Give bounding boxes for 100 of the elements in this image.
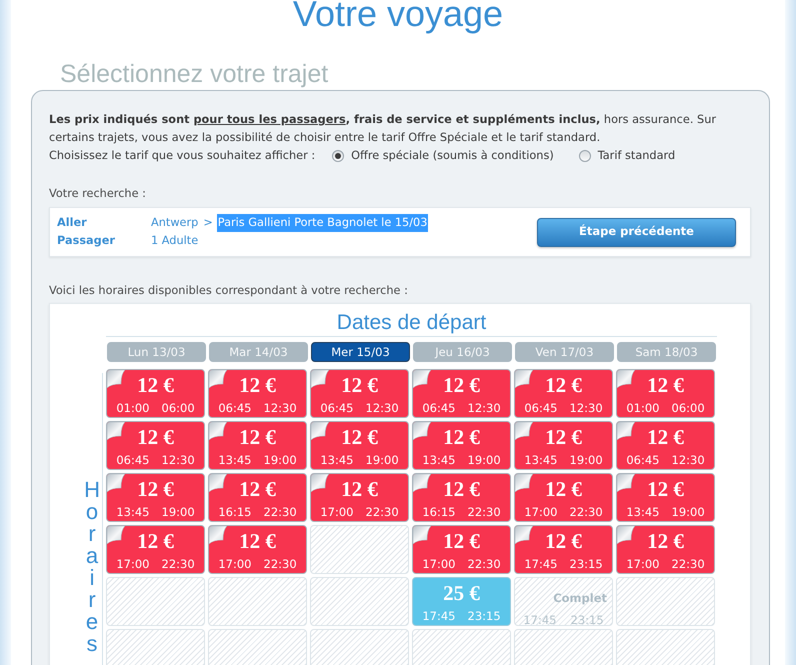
fare-cell[interactable]: 12 € 06:45 12:30 xyxy=(310,369,409,418)
fare-cell[interactable]: 12 € 01:00 06:00 xyxy=(616,369,715,418)
fare-cell[interactable]: 12 € 16:15 22:30 xyxy=(208,473,307,522)
notice-text: Les prix indiqués sont pour tous les passagers, frais de service et suppléments inclus, hors assurance. Sur certains trajets, vous avez la possibilité de choisir entre le tarif Offre Spéciale et le tarif standard. xyxy=(49,112,717,146)
page-curl-icon xyxy=(617,370,635,388)
option-label: Tarif standard xyxy=(598,148,676,164)
fare-cell[interactable]: 25 € 17:45 23:15 xyxy=(412,577,511,626)
departure-time: 17:00 xyxy=(218,557,252,571)
departure-time: 13:45 xyxy=(116,505,150,519)
price-text: 12 € xyxy=(545,373,582,397)
fare-cell[interactable]: 12 € 06:45 12:30 xyxy=(106,421,205,470)
page-curl-icon xyxy=(107,370,125,388)
price-text: 12 € xyxy=(341,425,378,449)
arrival-time: 19:00 xyxy=(468,453,501,467)
price-text: 12 € xyxy=(137,477,174,501)
field-label: Passager xyxy=(57,233,116,249)
departure-time: 16:15 xyxy=(422,505,456,519)
fare-cell[interactable]: 12 € 13:45 19:00 xyxy=(106,473,205,522)
price-text: 12 € xyxy=(443,529,480,553)
price-text: 12 € xyxy=(239,373,276,397)
fare-cell[interactable]: 12 € 13:45 19:00 xyxy=(514,421,613,470)
price-text: 12 € xyxy=(443,425,480,449)
fare-cell[interactable]: 12 € 06:45 12:30 xyxy=(616,421,715,470)
arrival-time: 12:30 xyxy=(570,401,603,415)
fare-cell[interactable]: 12 € 17:00 22:30 xyxy=(310,473,409,522)
dates-title: Dates de départ xyxy=(336,310,486,336)
fare-cell[interactable]: 12 € 17:00 22:30 xyxy=(412,525,511,574)
fare-cell[interactable]: 12 € 13:45 19:00 xyxy=(616,473,715,522)
arrival-time: 23:15 xyxy=(570,557,603,571)
page-curl-icon xyxy=(515,370,533,388)
radio-button[interactable] xyxy=(332,150,344,162)
day-tab[interactable]: Jeu 16/03 xyxy=(413,342,512,362)
fare-cell[interactable]: 12 € 01:00 06:00 xyxy=(106,369,205,418)
option-label: Offre spéciale (soumis à conditions) xyxy=(351,148,554,164)
page-curl-icon xyxy=(515,422,533,440)
price-text: 12 € xyxy=(545,425,582,449)
fare-cell[interactable]: 12 € 17:00 22:30 xyxy=(208,525,307,574)
page-curl-icon xyxy=(413,370,431,388)
page-curl-icon xyxy=(209,422,227,440)
departure-time: 13:45 xyxy=(422,453,456,467)
passenger-value: 1 Adulte xyxy=(151,233,198,249)
fare-cell[interactable]: 12 € 16:15 22:30 xyxy=(412,473,511,522)
arrival-time: 22:30 xyxy=(366,505,399,519)
arrival-time: 22:30 xyxy=(468,557,501,571)
price-text: 12 € xyxy=(137,529,174,553)
price-text: 12 € xyxy=(647,425,684,449)
arrival-time: 19:00 xyxy=(162,505,195,519)
page-curl-icon xyxy=(311,422,329,440)
page-curl-icon xyxy=(617,526,635,544)
page-curl-icon xyxy=(413,526,431,544)
departure-time: 06:45 xyxy=(116,453,150,467)
fare-cell[interactable]: 12 € 13:45 19:00 xyxy=(412,421,511,470)
price-text: 25 € xyxy=(443,581,480,605)
departure-time: 13:45 xyxy=(218,453,252,467)
departure-time: 17:45 xyxy=(524,557,558,571)
search-heading: Votre recherche : xyxy=(49,186,146,202)
day-tab[interactable]: Mer 15/03 xyxy=(311,342,410,362)
fare-cell[interactable]: 12 € 13:45 19:00 xyxy=(310,421,409,470)
arrival-time: 12:30 xyxy=(672,453,705,467)
price-text: 12 € xyxy=(545,529,582,553)
departure-time: 01:00 xyxy=(626,401,660,415)
day-tab[interactable]: Sam 18/03 xyxy=(617,342,716,362)
departure-time: 06:45 xyxy=(320,401,354,415)
fare-cell[interactable]: 12 € 17:00 22:30 xyxy=(514,473,613,522)
back-button[interactable]: Étape précédente xyxy=(537,218,736,246)
departure-time: 17:00 xyxy=(422,557,456,571)
fare-cell[interactable]: 12 € 13:45 19:00 xyxy=(208,421,307,470)
page-curl-icon xyxy=(617,422,635,440)
departure-time: 13:45 xyxy=(320,453,354,467)
day-tab[interactable]: Lun 13/03 xyxy=(107,342,206,362)
fare-cell[interactable]: 12 € 17:45 23:15 xyxy=(514,525,613,574)
departure-time: 17:45 xyxy=(422,609,456,623)
departure-time: 06:45 xyxy=(218,401,252,415)
price-text: 12 € xyxy=(443,477,480,501)
page-curl-icon xyxy=(311,474,329,492)
arrival-time: 19:00 xyxy=(264,453,297,467)
arrival-time: 22:30 xyxy=(672,557,705,571)
day-tab[interactable]: Mar 14/03 xyxy=(209,342,308,362)
page-curl-icon xyxy=(311,370,329,388)
price-text: 12 € xyxy=(137,425,174,449)
fare-cell[interactable]: 12 € 06:45 12:30 xyxy=(412,369,511,418)
arrival-time: 22:30 xyxy=(264,557,297,571)
radio-button[interactable] xyxy=(578,150,591,162)
fare-cell[interactable]: 12 € 17:00 22:30 xyxy=(616,525,715,574)
departure-time: 06:45 xyxy=(626,453,660,467)
arrival-time: 22:30 xyxy=(162,557,195,571)
fare-cell[interactable]: 12 € 06:45 12:30 xyxy=(208,369,307,418)
page-curl-icon xyxy=(209,526,227,544)
fare-prompt-text: Choisissez le tarif que vous souhaitez afficher : xyxy=(49,148,316,164)
fare-cell[interactable]: 12 € 06:45 12:30 xyxy=(514,369,613,418)
times-vertical-label: Horaires xyxy=(84,479,100,658)
price-text: 12 € xyxy=(647,477,684,501)
day-tab[interactable]: Ven 17/03 xyxy=(515,342,614,362)
arrival-time: 23:15 xyxy=(570,613,604,627)
fare-cell[interactable]: 12 € 17:00 22:30 xyxy=(106,525,205,574)
arrival-time: 12:30 xyxy=(468,401,501,415)
destination-text: Paris Gallieni Porte Bagnolet le 15/03 xyxy=(216,214,428,232)
departure-time: 17:00 xyxy=(320,505,354,519)
departure-time: 13:45 xyxy=(524,453,558,467)
page-curl-icon xyxy=(515,474,533,492)
